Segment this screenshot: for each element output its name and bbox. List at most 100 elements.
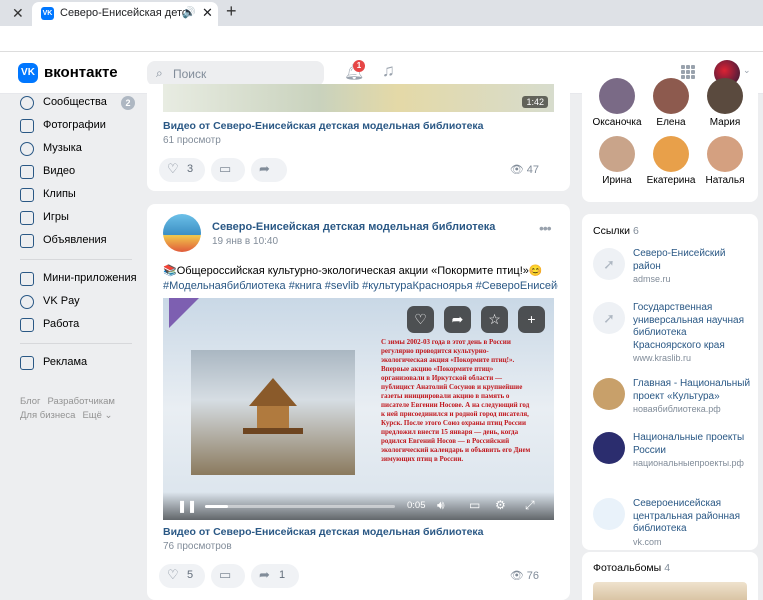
sidebar-item-music[interactable]: Музыка — [20, 140, 140, 160]
vk-pay-icon — [20, 295, 34, 309]
comment-icon: ▭ — [219, 567, 232, 582]
sidebar-item-jobs[interactable]: Работа — [20, 316, 140, 336]
friend-item[interactable]: Оксаночка — [589, 78, 645, 128]
link-title[interactable]: Северо-Енисейский район — [633, 248, 751, 273]
settings-gear-icon[interactable]: ⚙ — [495, 498, 506, 512]
like-button[interactable]: ♡ 3 — [159, 158, 205, 182]
video-progress-bar[interactable] — [205, 505, 395, 508]
chevron-down-icon[interactable]: ⌄ — [743, 65, 751, 76]
brand-name[interactable]: вконтакте — [44, 64, 118, 81]
albums-header[interactable]: Фотоальбомы 4 — [593, 562, 670, 574]
link-title[interactable]: Национальные проекты России — [633, 432, 751, 457]
miniplayer-icon[interactable]: ▭ — [469, 498, 480, 512]
share-arrow-icon: ➦ — [259, 567, 270, 582]
address-bar[interactable] — [0, 26, 763, 52]
video-player[interactable]: С зимы 2002-03 года в этот день в России… — [163, 298, 554, 520]
volume-icon[interactable]: 🔊︎ — [437, 498, 445, 513]
heart-icon: ♡ — [167, 567, 179, 582]
eye-icon: 👁︎ — [509, 570, 524, 582]
sidebar-item-games[interactable]: Игры — [20, 209, 140, 229]
like-count: 3 — [187, 163, 194, 175]
link-arrow-icon: ➚ — [593, 302, 625, 334]
divider — [20, 343, 132, 344]
video-thumbnail[interactable]: 1:42 — [163, 84, 554, 112]
links-block: Ссылки 6 ➚ Северо-Енисейский район admse.r… — [582, 214, 758, 550]
post-author[interactable]: Северо-Енисейская детская модельная библ… — [212, 221, 495, 233]
divider — [20, 259, 132, 260]
links-header[interactable]: Ссылки 6 — [593, 225, 639, 237]
share-arrow-icon: ➦ — [259, 161, 270, 176]
friend-item[interactable]: Мария — [697, 78, 753, 128]
pause-icon[interactable]: ❚❚ — [177, 499, 197, 513]
heart-icon[interactable]: ♡ — [407, 306, 434, 333]
post-hashtags[interactable]: #Модельнаябиблиотека #книга #sevlib #кул… — [163, 279, 558, 294]
album-thumbnail[interactable] — [593, 582, 747, 600]
close-icon[interactable]: ✕ — [12, 5, 24, 22]
footer-link-business[interactable]: Для бизнеса — [20, 410, 75, 421]
search-input[interactable] — [173, 64, 313, 83]
group-avatar[interactable] — [163, 214, 201, 252]
post-date[interactable]: 19 янв в 10:40 — [212, 236, 278, 247]
friend-photo — [653, 136, 689, 172]
sidebar-item-ads[interactable]: Реклама — [20, 354, 140, 374]
link-domain: admse.ru — [633, 274, 671, 284]
link-title[interactable]: Североенисейская центральная районная би… — [633, 498, 751, 536]
plus-icon[interactable]: + — [518, 306, 545, 333]
friends-block: Оксаночка Елена Мария Ирина Екатерина На… — [582, 78, 758, 202]
footer-links: Для бизнеса Ещё ⌄ — [20, 410, 119, 421]
sidebar-item-clips[interactable]: Клипы — [20, 186, 140, 206]
sidebar-item-classifieds[interactable]: Объявления — [20, 232, 140, 252]
close-icon[interactable]: ✕ — [202, 5, 213, 21]
footer-link-developers[interactable]: Разработчикам — [48, 396, 115, 407]
share-button[interactable]: ➦ — [251, 158, 287, 182]
sidebar-item-label: Игры — [43, 211, 69, 223]
apps-grid-icon[interactable] — [681, 65, 695, 79]
link-title[interactable]: Государственная универсальная научная би… — [633, 302, 751, 352]
music-note-icon[interactable]: ♫ — [382, 61, 395, 81]
share-arrow-icon[interactable]: ➦ — [444, 306, 471, 333]
friend-item[interactable]: Елена — [643, 78, 699, 128]
speaker-icon[interactable]: 🔊 — [182, 6, 196, 19]
link-arrow-icon: ➚ — [593, 248, 625, 280]
video-title[interactable]: Видео от Северо-Енисейская детская модел… — [163, 526, 484, 538]
friend-item[interactable]: Ирина — [589, 136, 645, 186]
decorative-corner — [169, 298, 199, 328]
sidebar-item-mini-apps[interactable]: Мини-приложения — [20, 270, 140, 290]
megaphone-icon — [20, 356, 34, 370]
feed-post: 1:42 Видео от Северо-Енисейская детская … — [147, 84, 570, 191]
footer-link-blog[interactable]: Блог — [20, 396, 41, 407]
like-button[interactable]: ♡ 5 — [159, 564, 205, 588]
link-title[interactable]: Главная - Национальный проект «Культура» — [633, 378, 751, 403]
eye-icon: 👁︎ — [509, 164, 524, 176]
gamepad-icon — [20, 211, 34, 225]
new-tab-button[interactable]: + — [226, 1, 237, 22]
sidebar-item-groups[interactable]: Сообщества 2 — [20, 94, 140, 114]
friend-item[interactable]: Наталья — [697, 136, 753, 186]
video-views: 76 просмотров — [163, 541, 232, 552]
more-options-icon[interactable]: ••• — [539, 220, 552, 236]
sidebar-item-vk-pay[interactable]: VK Pay — [20, 293, 140, 313]
comment-button[interactable]: ▭ — [211, 564, 245, 588]
albums-title: Фотоальбомы — [593, 562, 662, 574]
footer-link-more[interactable]: Ещё ⌄ — [82, 410, 112, 421]
video-controls: ❚❚ 0:05 🔊︎ ▭ ⚙ ⤢ — [163, 492, 554, 520]
comment-button[interactable]: ▭ — [211, 158, 245, 182]
friend-item[interactable]: Екатерина — [643, 136, 699, 186]
star-icon[interactable]: ☆ — [481, 306, 508, 333]
sidebar-item-video[interactable]: Видео — [20, 163, 140, 183]
count-badge: 2 — [121, 96, 135, 110]
sidebar-item-photos[interactable]: Фотографии — [20, 117, 140, 137]
video-icon — [20, 165, 34, 179]
search-box[interactable]: ⌕ — [147, 61, 324, 86]
video-title[interactable]: Видео от Северо-Енисейская детская модел… — [163, 120, 484, 132]
browser-tab[interactable]: VK Северо-Енисейская детска 🔊 ✕ — [32, 2, 218, 26]
share-button[interactable]: ➦ 1 — [251, 564, 299, 588]
links-title: Ссылки — [593, 225, 630, 237]
apps-icon — [20, 272, 34, 286]
search-icon: ⌕ — [156, 66, 163, 80]
views-counter: 👁︎ 47 — [510, 163, 539, 176]
friend-photo — [653, 78, 689, 114]
footer-links: Блог Разработчикам — [20, 396, 122, 407]
vk-logo-icon[interactable]: VK — [18, 63, 38, 83]
fullscreen-icon[interactable]: ⤢ — [525, 498, 535, 513]
